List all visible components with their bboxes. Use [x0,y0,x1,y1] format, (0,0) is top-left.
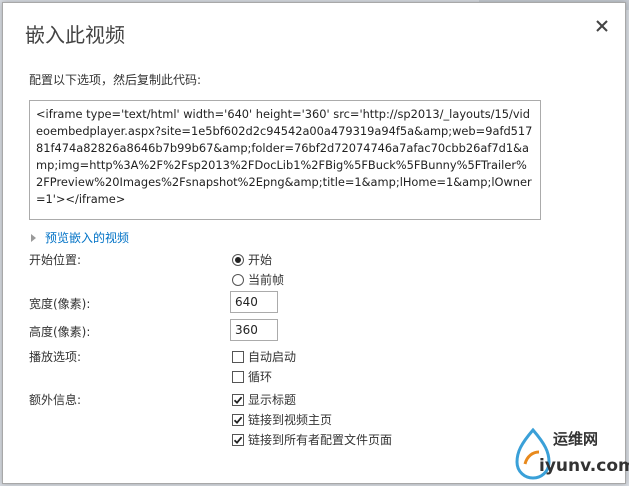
checkbox-unchecked-icon[interactable] [232,370,244,383]
preview-embed-link[interactable]: 预览嵌入的视频 [31,229,129,246]
extra-info-label: 额外信息: [29,393,82,407]
radio-start-option[interactable]: 开始 [232,251,272,268]
playback-label: 播放选项: [29,350,82,364]
link-owner-profile-label: 链接到所有者配置文件页面 [248,433,393,447]
width-input[interactable] [230,291,278,313]
height-input[interactable] [230,319,278,341]
radio-start-label: 开始 [248,253,273,267]
width-label: 宽度(像素): [29,297,91,311]
show-title-option[interactable]: 显示标题 [232,391,296,408]
site-watermark: 运维网 iyunv.com [513,426,629,482]
autostart-label: 自动启动 [248,350,297,364]
radio-current-frame-label: 当前帧 [248,273,285,287]
link-video-home-label: 链接到视频主页 [248,413,333,427]
instructions-text: 配置以下选项，然后复制此代码: [29,73,202,87]
embed-code-textarea[interactable] [29,100,541,220]
loop-option[interactable]: 循环 [232,368,272,385]
checkbox-checked-icon[interactable] [232,393,244,406]
radio-unselected-icon[interactable] [232,273,244,286]
loop-label: 循环 [248,370,273,384]
radio-selected-icon[interactable] [232,253,244,266]
checkbox-unchecked-icon[interactable] [232,350,244,363]
watermark-name: 运维网 [553,430,599,448]
link-owner-profile-option[interactable]: 链接到所有者配置文件页面 [232,431,392,448]
dialog-title: 嵌入此视频 [25,23,125,47]
show-title-label: 显示标题 [248,393,297,407]
preview-link-label: 预览嵌入的视频 [45,231,130,245]
close-icon[interactable] [593,17,611,35]
autostart-option[interactable]: 自动启动 [232,348,296,365]
radio-current-frame-option[interactable]: 当前帧 [232,271,284,288]
checkbox-checked-icon[interactable] [232,433,244,446]
expand-triangle-icon [31,233,36,242]
embed-video-dialog: 嵌入此视频 配置以下选项，然后复制此代码: 预览嵌入的视频 开始位置: 开始 当… [2,2,626,484]
checkbox-checked-icon[interactable] [232,413,244,426]
watermark-domain: iyunv.com [539,456,629,476]
link-video-home-option[interactable]: 链接到视频主页 [232,411,332,428]
start-position-label: 开始位置: [29,253,82,267]
height-label: 高度(像素): [29,325,91,339]
